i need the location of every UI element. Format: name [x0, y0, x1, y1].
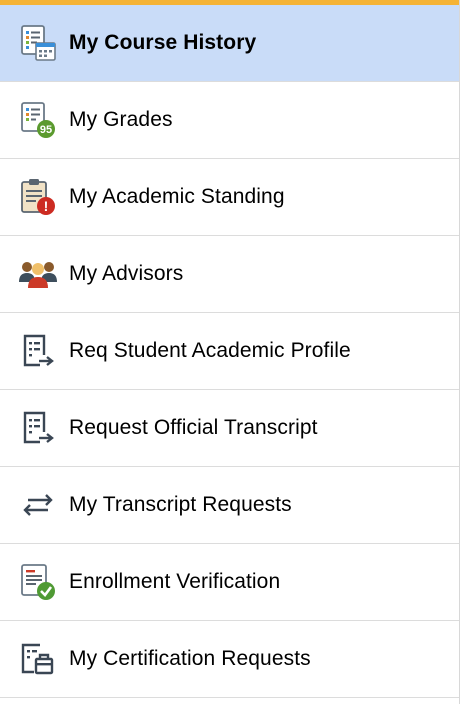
exchange-arrows-icon: [18, 485, 58, 525]
nav-item-request-official-transcript[interactable]: Request Official Transcript: [0, 390, 459, 467]
nav-item-req-student-academic-profile[interactable]: Req Student Academic Profile: [0, 313, 459, 390]
nav-item-label: My Advisors: [69, 262, 184, 285]
grade-badge-text: 95: [40, 124, 52, 136]
academic-standing-icon: !: [18, 177, 58, 217]
nav-item-label: My Course History: [69, 31, 257, 54]
certification-icon: [18, 639, 58, 679]
nav-item-my-academic-standing[interactable]: ! My Academic Standing: [0, 159, 459, 236]
verification-check-icon: [18, 562, 58, 602]
nav-item-my-transcript-requests[interactable]: My Transcript Requests: [0, 467, 459, 544]
grades-icon: 95: [18, 100, 58, 140]
nav-item-label: My Certification Requests: [69, 647, 311, 670]
nav-item-my-course-history[interactable]: My Course History: [0, 5, 459, 82]
nav-item-label: Req Student Academic Profile: [69, 339, 351, 362]
alert-mark-text: !: [44, 198, 49, 214]
nav-item-label: Request Official Transcript: [69, 416, 318, 439]
request-form-icon: [18, 331, 58, 371]
request-form-icon: [18, 408, 58, 448]
nav-item-label: My Grades: [69, 108, 173, 131]
nav-item-my-advisors[interactable]: My Advisors: [0, 236, 459, 313]
navigation-panel: My Course History 95 My Grades ! My Acad…: [0, 0, 460, 704]
course-history-icon: [18, 23, 58, 63]
advisors-icon: [18, 254, 58, 294]
nav-item-label: My Academic Standing: [69, 185, 285, 208]
nav-item-label: My Transcript Requests: [69, 493, 292, 516]
nav-item-label: Enrollment Verification: [69, 570, 281, 593]
nav-item-my-grades[interactable]: 95 My Grades: [0, 82, 459, 159]
menu-bottom-spacer: [0, 698, 459, 704]
nav-item-enrollment-verification[interactable]: Enrollment Verification: [0, 544, 459, 621]
nav-menu: My Course History 95 My Grades ! My Acad…: [0, 5, 459, 698]
nav-item-my-certification-requests[interactable]: My Certification Requests: [0, 621, 459, 698]
